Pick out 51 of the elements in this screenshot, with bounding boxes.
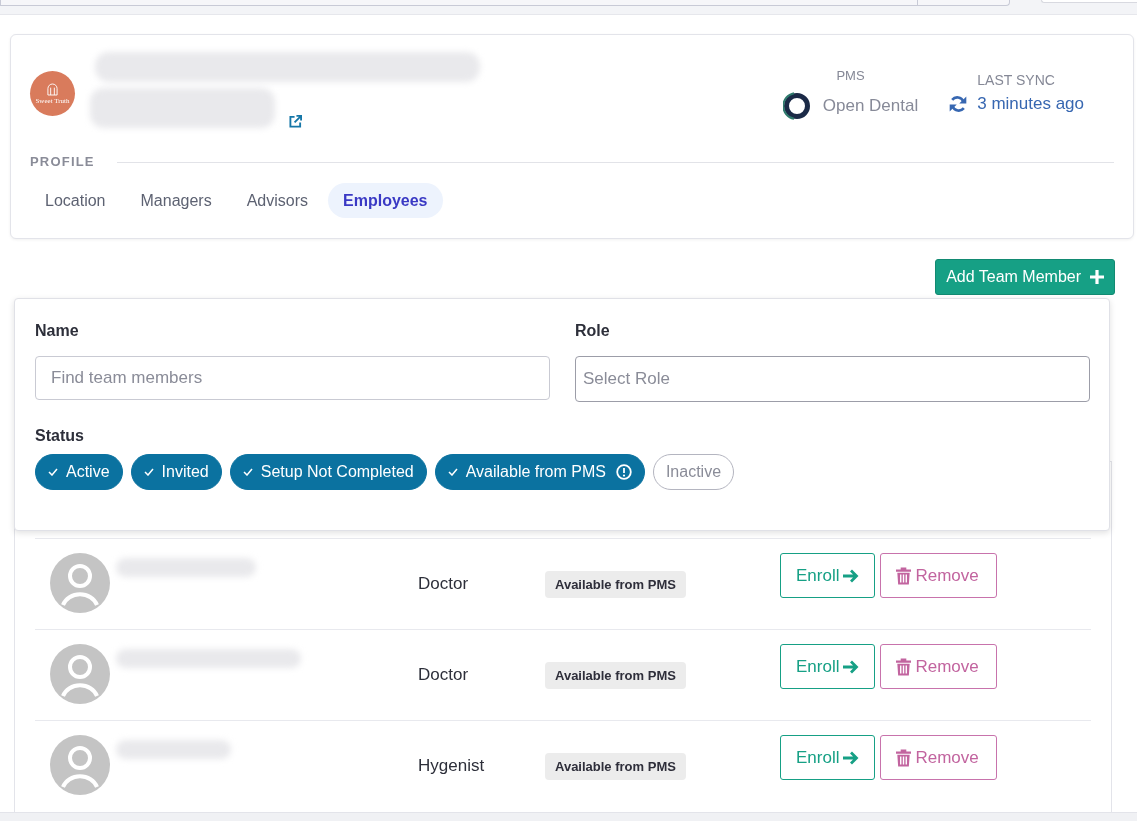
avatar-icon [50, 553, 110, 613]
status-filter-chip[interactable]: Inactive [652, 454, 735, 490]
pms-name: Open Dental [822, 96, 919, 116]
ring-icon [782, 92, 811, 120]
status-badge: Available from PMS [545, 570, 686, 598]
check-icon [48, 468, 58, 476]
plus-icon [1090, 270, 1104, 284]
trash-icon [896, 748, 912, 767]
profile-tab[interactable]: Managers [125, 183, 227, 218]
field-label: Status [35, 427, 85, 445]
pms-label: PMS [836, 68, 865, 84]
enroll-button[interactable]: Enroll [780, 553, 876, 598]
profile-tab[interactable]: Advisors [231, 183, 323, 218]
trash-icon [896, 566, 912, 585]
last-sync-time: 3 minutes ago [977, 93, 1084, 115]
status-filter-chip[interactable]: Active [35, 454, 123, 490]
enroll-button[interactable]: Enroll [780, 735, 876, 780]
status-filter-chip[interactable]: Available from PMS [434, 454, 645, 490]
arrow-right-icon [843, 659, 860, 674]
remove-button[interactable]: Remove [880, 553, 997, 598]
status-badge: Available from PMS [545, 661, 686, 689]
arch-icon [47, 82, 58, 96]
check-icon [447, 468, 458, 476]
search-field[interactable]: Find team members [35, 356, 550, 400]
field-label: Name [35, 322, 79, 340]
avatar-icon [50, 735, 110, 795]
profile-tab[interactable]: Location [30, 183, 121, 218]
check-icon [143, 468, 154, 476]
role-cell: Doctor [418, 665, 469, 685]
section-label: PROFILE [30, 154, 95, 170]
check-icon [242, 468, 253, 476]
sync-icon[interactable] [948, 94, 969, 114]
remove-button[interactable]: Remove [880, 735, 997, 780]
status-badge: Available from PMS [545, 752, 686, 780]
add-team-member-button[interactable]: Add Team Member [935, 259, 1115, 295]
status-filter-chip[interactable]: Setup Not Completed [229, 454, 427, 490]
role-cell: Doctor [418, 574, 469, 594]
input-field[interactable] [0, 0, 1010, 6]
last-sync-label: LAST SYNC [977, 72, 1055, 88]
arrow-right-icon [843, 568, 860, 583]
field-label: Role [575, 322, 610, 340]
role-select[interactable]: Select Role [575, 356, 1090, 402]
avatar-icon [50, 644, 110, 704]
trash-icon [896, 657, 912, 676]
external-link-icon[interactable] [289, 115, 302, 128]
profile-tab[interactable]: Employees [328, 183, 443, 218]
enroll-button[interactable]: Enroll [780, 644, 876, 689]
role-cell: Hygenist [418, 756, 485, 776]
arrow-right-icon [843, 750, 860, 765]
remove-button[interactable]: Remove [880, 644, 997, 689]
status-filter-chip[interactable]: Invited [130, 454, 222, 490]
